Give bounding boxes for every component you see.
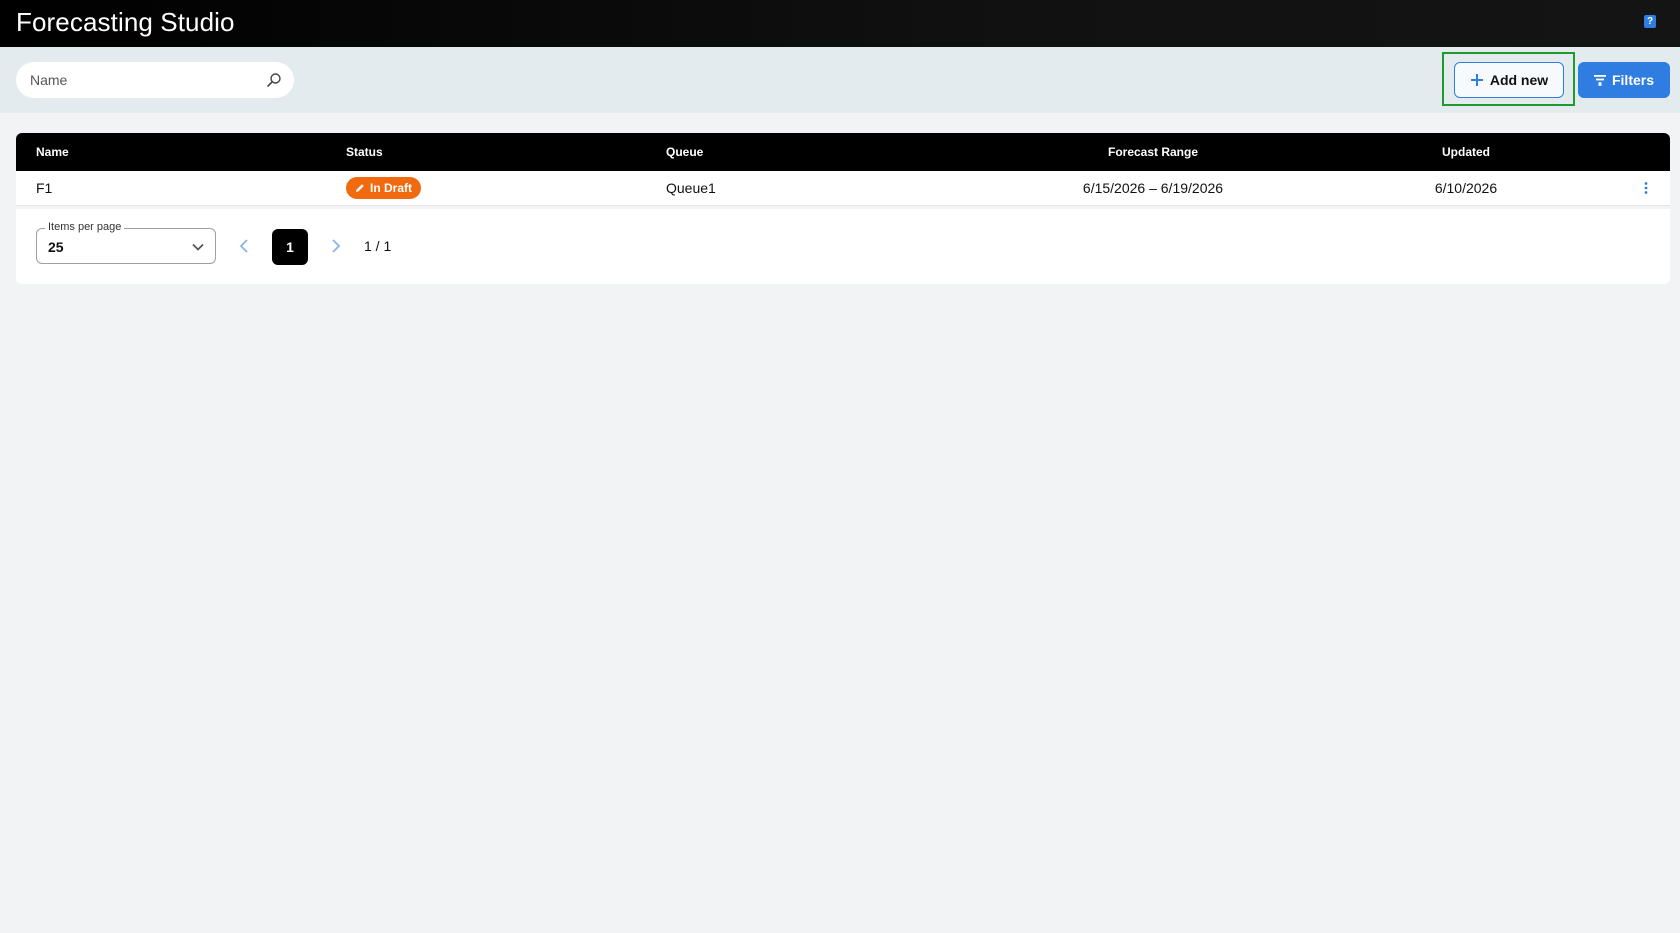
column-header-status[interactable]: Status: [346, 133, 383, 171]
column-header-updated[interactable]: Updated: [1376, 133, 1556, 171]
chevron-right-icon[interactable]: [330, 238, 342, 254]
row-actions-menu[interactable]: [1636, 171, 1656, 205]
table-row[interactable]: F1 In Draft Queue1 6/15/2026 – 6/19/2026…: [16, 171, 1670, 206]
row-queue: Queue1: [666, 180, 716, 196]
items-per-page-label: Items per page: [45, 221, 125, 233]
column-header-forecast-range[interactable]: Forecast Range: [1016, 133, 1290, 171]
funnel-icon: [1593, 75, 1606, 86]
row-updated: 6/10/2026: [1434, 180, 1498, 196]
pagination: Items per page 25 1 1 / 1: [16, 209, 1670, 284]
chevron-left-icon[interactable]: [238, 238, 250, 254]
page-button-current[interactable]: 1: [272, 229, 308, 265]
items-per-page-select[interactable]: Items per page 25: [36, 221, 216, 264]
filters-button[interactable]: Filters: [1578, 62, 1670, 98]
filters-label: Filters: [1611, 72, 1654, 88]
add-new-button[interactable]: Add new: [1454, 62, 1564, 98]
row-forecast-range: 6/15/2026 – 6/19/2026: [1082, 180, 1224, 196]
toolbar: [0, 47, 1680, 113]
status-badge-label: In Draft: [370, 181, 412, 195]
plus-icon: [1470, 74, 1483, 86]
row-status: In Draft: [346, 171, 421, 205]
page-info: 1 / 1: [364, 238, 392, 254]
search-icon[interactable]: [266, 72, 282, 88]
kebab-menu-icon: [1644, 182, 1648, 194]
search-box[interactable]: [16, 62, 294, 98]
pencil-icon: [356, 184, 364, 192]
app-header: Forecasting Studio ?: [0, 0, 1680, 47]
help-icon[interactable]: ?: [1644, 15, 1656, 28]
add-new-label: Add new: [1489, 72, 1549, 88]
column-header-queue[interactable]: Queue: [666, 133, 703, 171]
status-badge: In Draft: [346, 177, 421, 199]
forecast-table: Name Status Queue Forecast Range Updated…: [16, 133, 1670, 206]
items-per-page-value: 25: [48, 239, 64, 255]
column-header-name[interactable]: Name: [36, 133, 69, 171]
chevron-down-icon: [192, 243, 204, 251]
table-header: Name Status Queue Forecast Range Updated: [16, 133, 1670, 171]
app-title: Forecasting Studio: [16, 6, 235, 37]
row-name: F1: [36, 180, 53, 196]
search-input[interactable]: [28, 71, 266, 89]
